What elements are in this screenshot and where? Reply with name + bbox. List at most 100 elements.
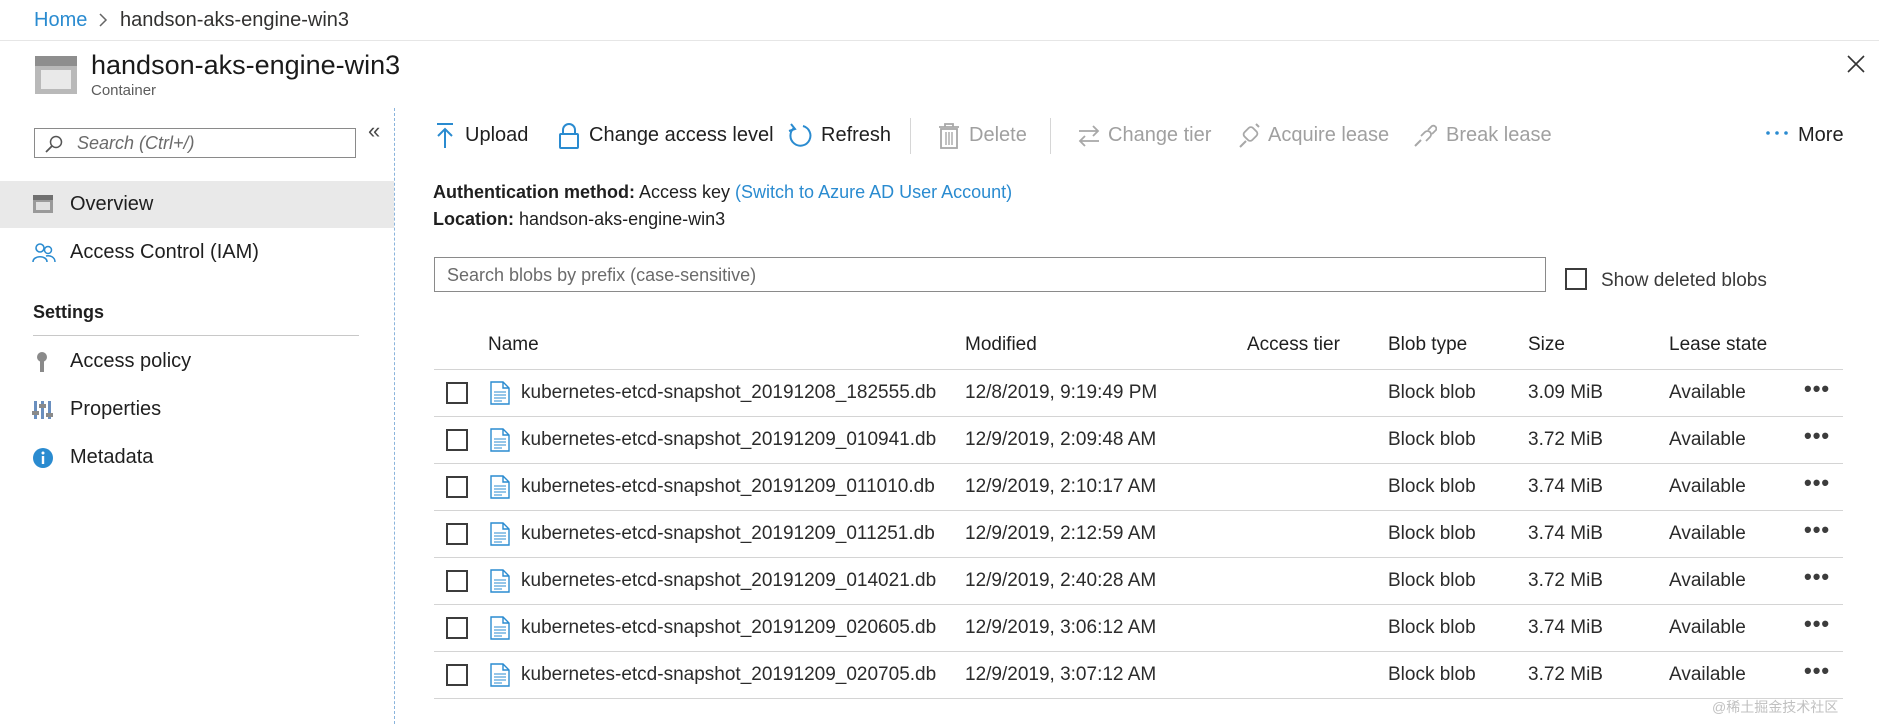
show-deleted-blobs-checkbox[interactable] [1565,268,1587,290]
blob-lease-state: Available [1669,523,1746,544]
change-tier-label: Change tier [1108,124,1212,146]
close-icon[interactable] [1846,54,1866,74]
file-icon [489,663,511,687]
blob-modified: 12/9/2019, 2:09:48 AM [965,429,1157,450]
container-icon [34,55,78,95]
sliders-icon [32,399,54,421]
blob-size: 3.72 MiB [1528,429,1603,450]
blob-lease-state: Available [1669,429,1746,450]
breadcrumb-home-link[interactable]: Home [34,9,87,32]
row-more-icon[interactable]: ••• [1804,423,1830,449]
row-more-icon[interactable]: ••• [1804,517,1830,543]
sidebar-item-label: Access policy [70,350,192,372]
blob-size: 3.74 MiB [1528,617,1603,638]
blob-name-link[interactable]: kubernetes-etcd-snapshot_20191209_011010… [521,476,935,498]
column-header-access-tier[interactable]: Access tier [1247,334,1340,356]
location-line: Location: handson-aks-engine-win3 [433,209,725,230]
sidebar-item-overview[interactable]: Overview [0,182,394,228]
collapse-sidebar-icon[interactable]: « [368,118,380,144]
row-more-icon[interactable]: ••• [1804,470,1830,496]
blob-name-link[interactable]: kubernetes-etcd-snapshot_20191209_010941… [521,429,936,451]
row-divider [434,510,1843,511]
ellipsis-icon [1765,128,1789,138]
refresh-icon [787,122,813,150]
row-more-icon[interactable]: ••• [1804,376,1830,402]
break-lease-label: Break lease [1446,124,1552,146]
blob-lease-state: Available [1669,382,1746,403]
search-icon [44,135,64,153]
watermark: @稀土掘金技术社区 [1712,699,1839,715]
delete-label: Delete [969,124,1027,146]
blob-search-placeholder: Search blobs by prefix (case-sensitive) [447,265,757,285]
row-checkbox[interactable] [446,570,468,592]
chevron-right-icon [98,13,108,27]
blob-name-link[interactable]: kubernetes-etcd-snapshot_20191209_014021… [521,570,936,592]
row-more-icon[interactable]: ••• [1804,658,1830,684]
column-header-size[interactable]: Size [1528,334,1565,356]
row-divider [434,698,1843,699]
blob-type: Block blob [1388,617,1476,638]
row-checkbox[interactable] [446,476,468,498]
blob-size: 3.74 MiB [1528,476,1603,497]
blob-name-link[interactable]: kubernetes-etcd-snapshot_20191209_020605… [521,617,936,639]
row-checkbox[interactable] [446,617,468,639]
acquire-lease-label: Acquire lease [1268,124,1390,146]
settings-divider [33,335,359,336]
blob-search-input[interactable]: Search blobs by prefix (case-sensitive) [434,257,1546,292]
blob-type: Block blob [1388,523,1476,544]
sidebar-divider [394,108,395,724]
sidebar-item-properties[interactable]: Properties [0,387,394,433]
file-icon [489,616,511,640]
column-header-name[interactable]: Name [488,334,539,356]
blob-name-link[interactable]: kubernetes-etcd-snapshot_20191209_011251… [521,523,935,545]
column-header-blob-type[interactable]: Blob type [1388,334,1467,356]
auth-method-label: Authentication method: [433,182,635,202]
blob-name-link[interactable]: kubernetes-etcd-snapshot_20191209_020705… [521,664,936,686]
more-label: More [1798,124,1844,146]
sidebar-search-placeholder: Search (Ctrl+/) [77,133,195,153]
blob-modified: 12/9/2019, 2:12:59 AM [965,523,1157,544]
blob-modified: 12/9/2019, 3:06:12 AM [965,617,1157,638]
trash-icon [938,122,960,150]
auth-method-value: Access key [639,182,731,202]
blob-type: Block blob [1388,429,1476,450]
switch-auth-link[interactable]: (Switch to Azure AD User Account) [735,182,1012,202]
sidebar-item-label: Properties [70,398,162,420]
file-icon [489,428,511,452]
sidebar-item-label: Overview [70,193,154,215]
sidebar-item-access-policy[interactable]: Access policy [0,339,394,385]
row-more-icon[interactable]: ••• [1804,564,1830,590]
sidebar-item-access-control[interactable]: Access Control (IAM) [0,230,394,276]
blob-lease-state: Available [1669,617,1746,638]
lock-icon [558,122,580,150]
sidebar-item-metadata[interactable]: Metadata [0,435,394,481]
blob-modified: 12/8/2019, 9:19:49 PM [965,382,1158,403]
blob-modified: 12/9/2019, 3:07:12 AM [965,664,1157,685]
blob-size: 3.09 MiB [1528,382,1603,403]
blob-name-link[interactable]: kubernetes-etcd-snapshot_20191208_182555… [521,382,936,404]
row-checkbox[interactable] [446,429,468,451]
sidebar-search-input[interactable]: Search (Ctrl+/) [34,128,356,158]
people-icon [32,242,56,264]
row-checkbox[interactable] [446,382,468,404]
change-access-level-label: Change access level [589,124,774,146]
toolbar-separator [910,118,911,154]
table-header-divider [434,369,1843,370]
row-divider [434,416,1843,417]
blob-type: Block blob [1388,664,1476,685]
blob-modified: 12/9/2019, 2:40:28 AM [965,570,1157,591]
file-icon [489,522,511,546]
row-more-icon[interactable]: ••• [1804,611,1830,637]
row-checkbox[interactable] [446,664,468,686]
blob-modified: 12/9/2019, 2:10:17 AM [965,476,1157,497]
location-value: handson-aks-engine-win3 [519,209,726,229]
column-header-modified[interactable]: Modified [965,334,1037,356]
row-checkbox[interactable] [446,523,468,545]
column-header-lease-state[interactable]: Lease state [1669,334,1767,356]
key-icon [32,351,52,373]
upload-icon [435,122,455,150]
refresh-label: Refresh [821,124,892,146]
blob-size: 3.74 MiB [1528,523,1603,544]
blob-type: Block blob [1388,382,1476,403]
row-divider [434,557,1843,558]
